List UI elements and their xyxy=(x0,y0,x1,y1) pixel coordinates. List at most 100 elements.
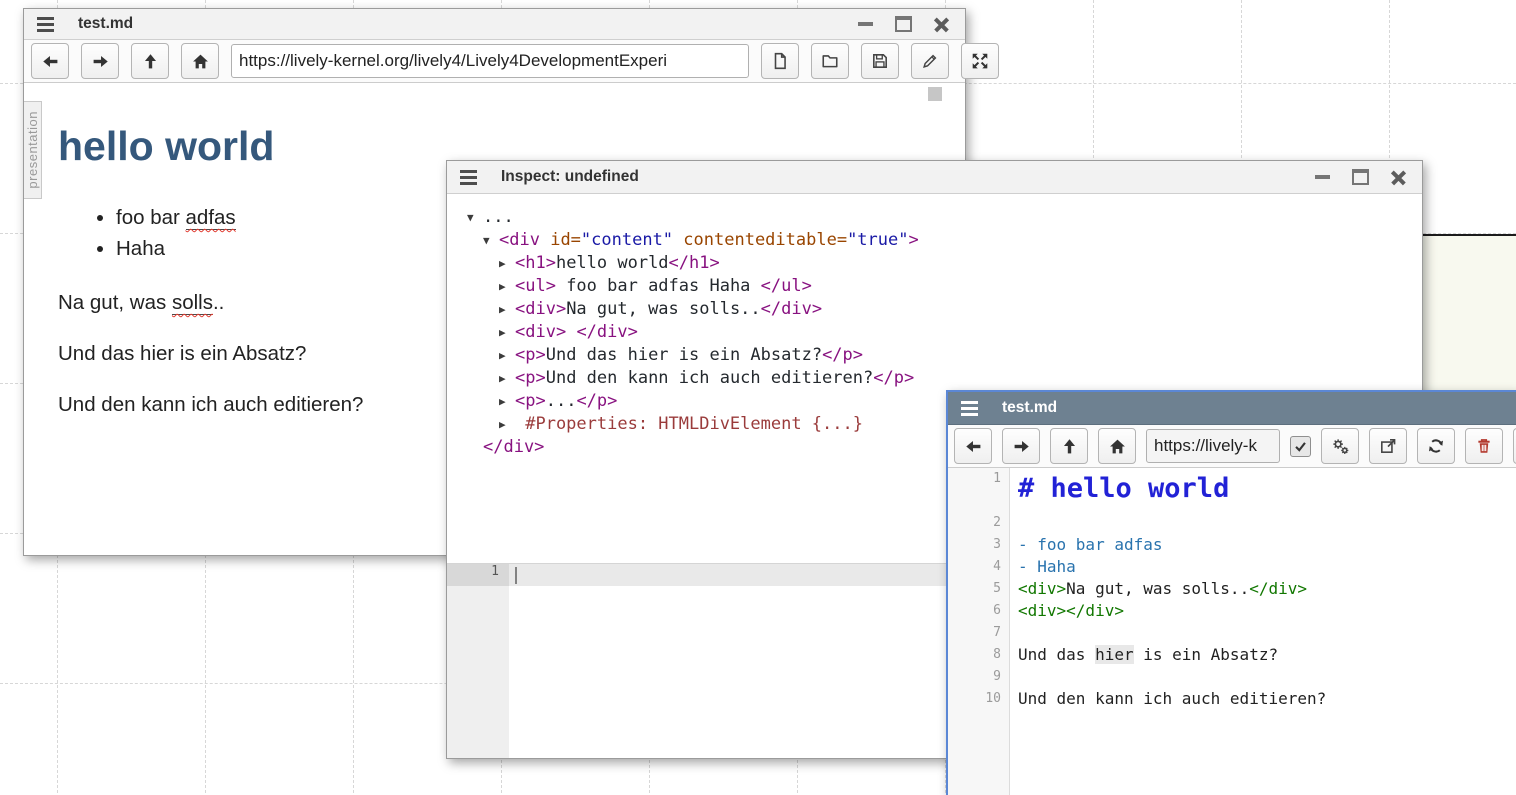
delete-button[interactable] xyxy=(1465,428,1503,464)
edit-button[interactable] xyxy=(911,43,949,79)
text-cursor xyxy=(515,567,517,584)
back-icon xyxy=(965,438,982,455)
menu-icon[interactable] xyxy=(961,401,978,416)
disclosure-triangle[interactable]: ▶ xyxy=(499,345,515,367)
home-button[interactable] xyxy=(181,43,219,79)
forward-button[interactable] xyxy=(1002,428,1040,464)
settings-button[interactable] xyxy=(1321,428,1359,464)
auto-update-checkbox[interactable] xyxy=(1290,436,1311,457)
code-token: </p> xyxy=(873,368,914,388)
source-editor[interactable]: 1# hello world23- foo bar adfas4- Haha5<… xyxy=(948,468,1516,795)
home-icon xyxy=(192,53,209,70)
disclosure-triangle[interactable]: ▶ xyxy=(499,391,515,413)
line-number: 1 xyxy=(447,564,509,586)
text-run: Haha xyxy=(116,237,165,260)
code-token: Und das hier is ein Absatz? xyxy=(546,345,822,365)
editor-empty-area[interactable] xyxy=(948,710,1516,795)
misspelled-word: solls xyxy=(172,291,213,315)
up-button[interactable] xyxy=(1050,428,1088,464)
code-token: hello world xyxy=(556,253,669,273)
line-number: 2 xyxy=(948,512,1010,534)
editor-line[interactable]: 9 xyxy=(948,666,1516,688)
up-icon xyxy=(1061,438,1078,455)
editor-line[interactable]: 4- Haha xyxy=(948,556,1516,578)
menu-icon[interactable] xyxy=(460,170,477,185)
folder-button[interactable] xyxy=(811,43,849,79)
refresh-icon xyxy=(1427,437,1445,455)
code-token: foo bar adfas Haha xyxy=(556,276,761,296)
editor-line[interactable]: 1# hello world xyxy=(948,468,1516,512)
code-token: <div></div> xyxy=(1018,601,1124,620)
line-number: 4 xyxy=(948,556,1010,578)
line-number: 6 xyxy=(948,600,1010,622)
forward-button[interactable] xyxy=(81,43,119,79)
menu-icon[interactable] xyxy=(37,17,54,32)
save-button[interactable] xyxy=(861,43,899,79)
external-link-icon xyxy=(1379,437,1397,455)
code-token: </h1> xyxy=(669,253,720,273)
code-token: <p> xyxy=(515,345,546,365)
titlebar[interactable]: test.md xyxy=(24,9,965,40)
refresh-button[interactable] xyxy=(1417,428,1455,464)
dom-tree-node[interactable]: ▶<div>Na gut, was solls..</div> xyxy=(447,298,1422,321)
disclosure-triangle[interactable]: ▶ xyxy=(499,253,515,275)
editor-line[interactable]: 7 xyxy=(948,622,1516,644)
disclosure-triangle[interactable]: ▼ xyxy=(483,230,499,252)
editor-line[interactable]: 8Und das hier is ein Absatz? xyxy=(948,644,1516,666)
disclosure-triangle[interactable]: ▶ xyxy=(499,276,515,298)
url-input[interactable] xyxy=(231,44,749,78)
background-panel xyxy=(1421,234,1516,390)
dom-tree-node[interactable]: ▶<ul> foo bar adfas Haha </ul> xyxy=(447,275,1422,298)
open-external-button[interactable] xyxy=(1369,428,1407,464)
code-token: Na gut, was solls.. xyxy=(1066,579,1249,598)
expand-button[interactable] xyxy=(961,43,999,79)
back-button[interactable] xyxy=(31,43,69,79)
line-number: 7 xyxy=(948,622,1010,644)
home-button[interactable] xyxy=(1098,428,1136,464)
editor-line[interactable]: 2 xyxy=(948,512,1516,534)
url-input[interactable] xyxy=(1146,429,1280,463)
code-token: ... xyxy=(546,391,577,411)
dom-tree-node[interactable]: ▶<p>Und das hier is ein Absatz?</p> xyxy=(447,344,1422,367)
line-number: 9 xyxy=(948,666,1010,688)
dom-tree-node[interactable]: ▶<p>Und den kann ich auch editieren?</p> xyxy=(447,367,1422,390)
gears-icon xyxy=(1331,437,1350,456)
dom-tree-node[interactable]: ▶<h1>hello world</h1> xyxy=(447,252,1422,275)
code-token: hier xyxy=(1095,645,1134,664)
up-button[interactable] xyxy=(131,43,169,79)
text-run: Und den kann ich auch editieren? xyxy=(58,393,363,416)
new-file-button[interactable] xyxy=(761,43,799,79)
disclosure-triangle[interactable]: ▶ xyxy=(499,299,515,321)
dom-tree-node[interactable]: ▶<div> </div> xyxy=(447,321,1422,344)
titlebar[interactable]: Inspect: undefined xyxy=(447,161,1422,194)
disclosure-triangle[interactable]: ▼ xyxy=(467,207,483,229)
up-icon xyxy=(142,53,159,70)
disclosure-triangle[interactable]: ▶ xyxy=(499,414,515,436)
editor-line[interactable]: 5<div>Na gut, was solls..</div> xyxy=(948,578,1516,600)
titlebar[interactable]: test.md xyxy=(948,392,1516,425)
line-number: 1 xyxy=(948,468,1010,512)
close-icon[interactable] xyxy=(1391,170,1406,185)
editor-line[interactable]: 3- foo bar adfas xyxy=(948,534,1516,556)
window-title: Inspect: undefined xyxy=(501,168,639,186)
code-token: <div> xyxy=(515,322,566,342)
presentation-tab[interactable]: presentation xyxy=(24,101,42,199)
code-token: > xyxy=(908,230,918,250)
navigation-toolbar xyxy=(24,40,965,83)
minimize-icon[interactable] xyxy=(1315,175,1330,179)
disclosure-triangle[interactable]: ▶ xyxy=(499,322,515,344)
code-token: id= xyxy=(550,230,581,250)
dom-tree-node[interactable]: ▼<div id="content" contenteditable="true… xyxy=(447,229,1422,252)
back-button[interactable] xyxy=(954,428,992,464)
editor-line[interactable]: 10Und den kann ich auch editieren? xyxy=(948,688,1516,710)
dom-tree-node[interactable]: ▼... xyxy=(447,206,1422,229)
close-icon[interactable] xyxy=(934,17,949,32)
minimize-icon[interactable] xyxy=(858,22,873,26)
code-token: Und das xyxy=(1018,645,1095,664)
disclosure-triangle[interactable]: ▶ xyxy=(499,368,515,390)
editor-line[interactable]: 6 <div></div> xyxy=(948,600,1516,622)
maximize-icon[interactable] xyxy=(1352,169,1369,185)
scrollbar-thumb[interactable] xyxy=(928,87,942,101)
maximize-icon[interactable] xyxy=(895,16,912,32)
code-token: <h1> xyxy=(515,253,556,273)
